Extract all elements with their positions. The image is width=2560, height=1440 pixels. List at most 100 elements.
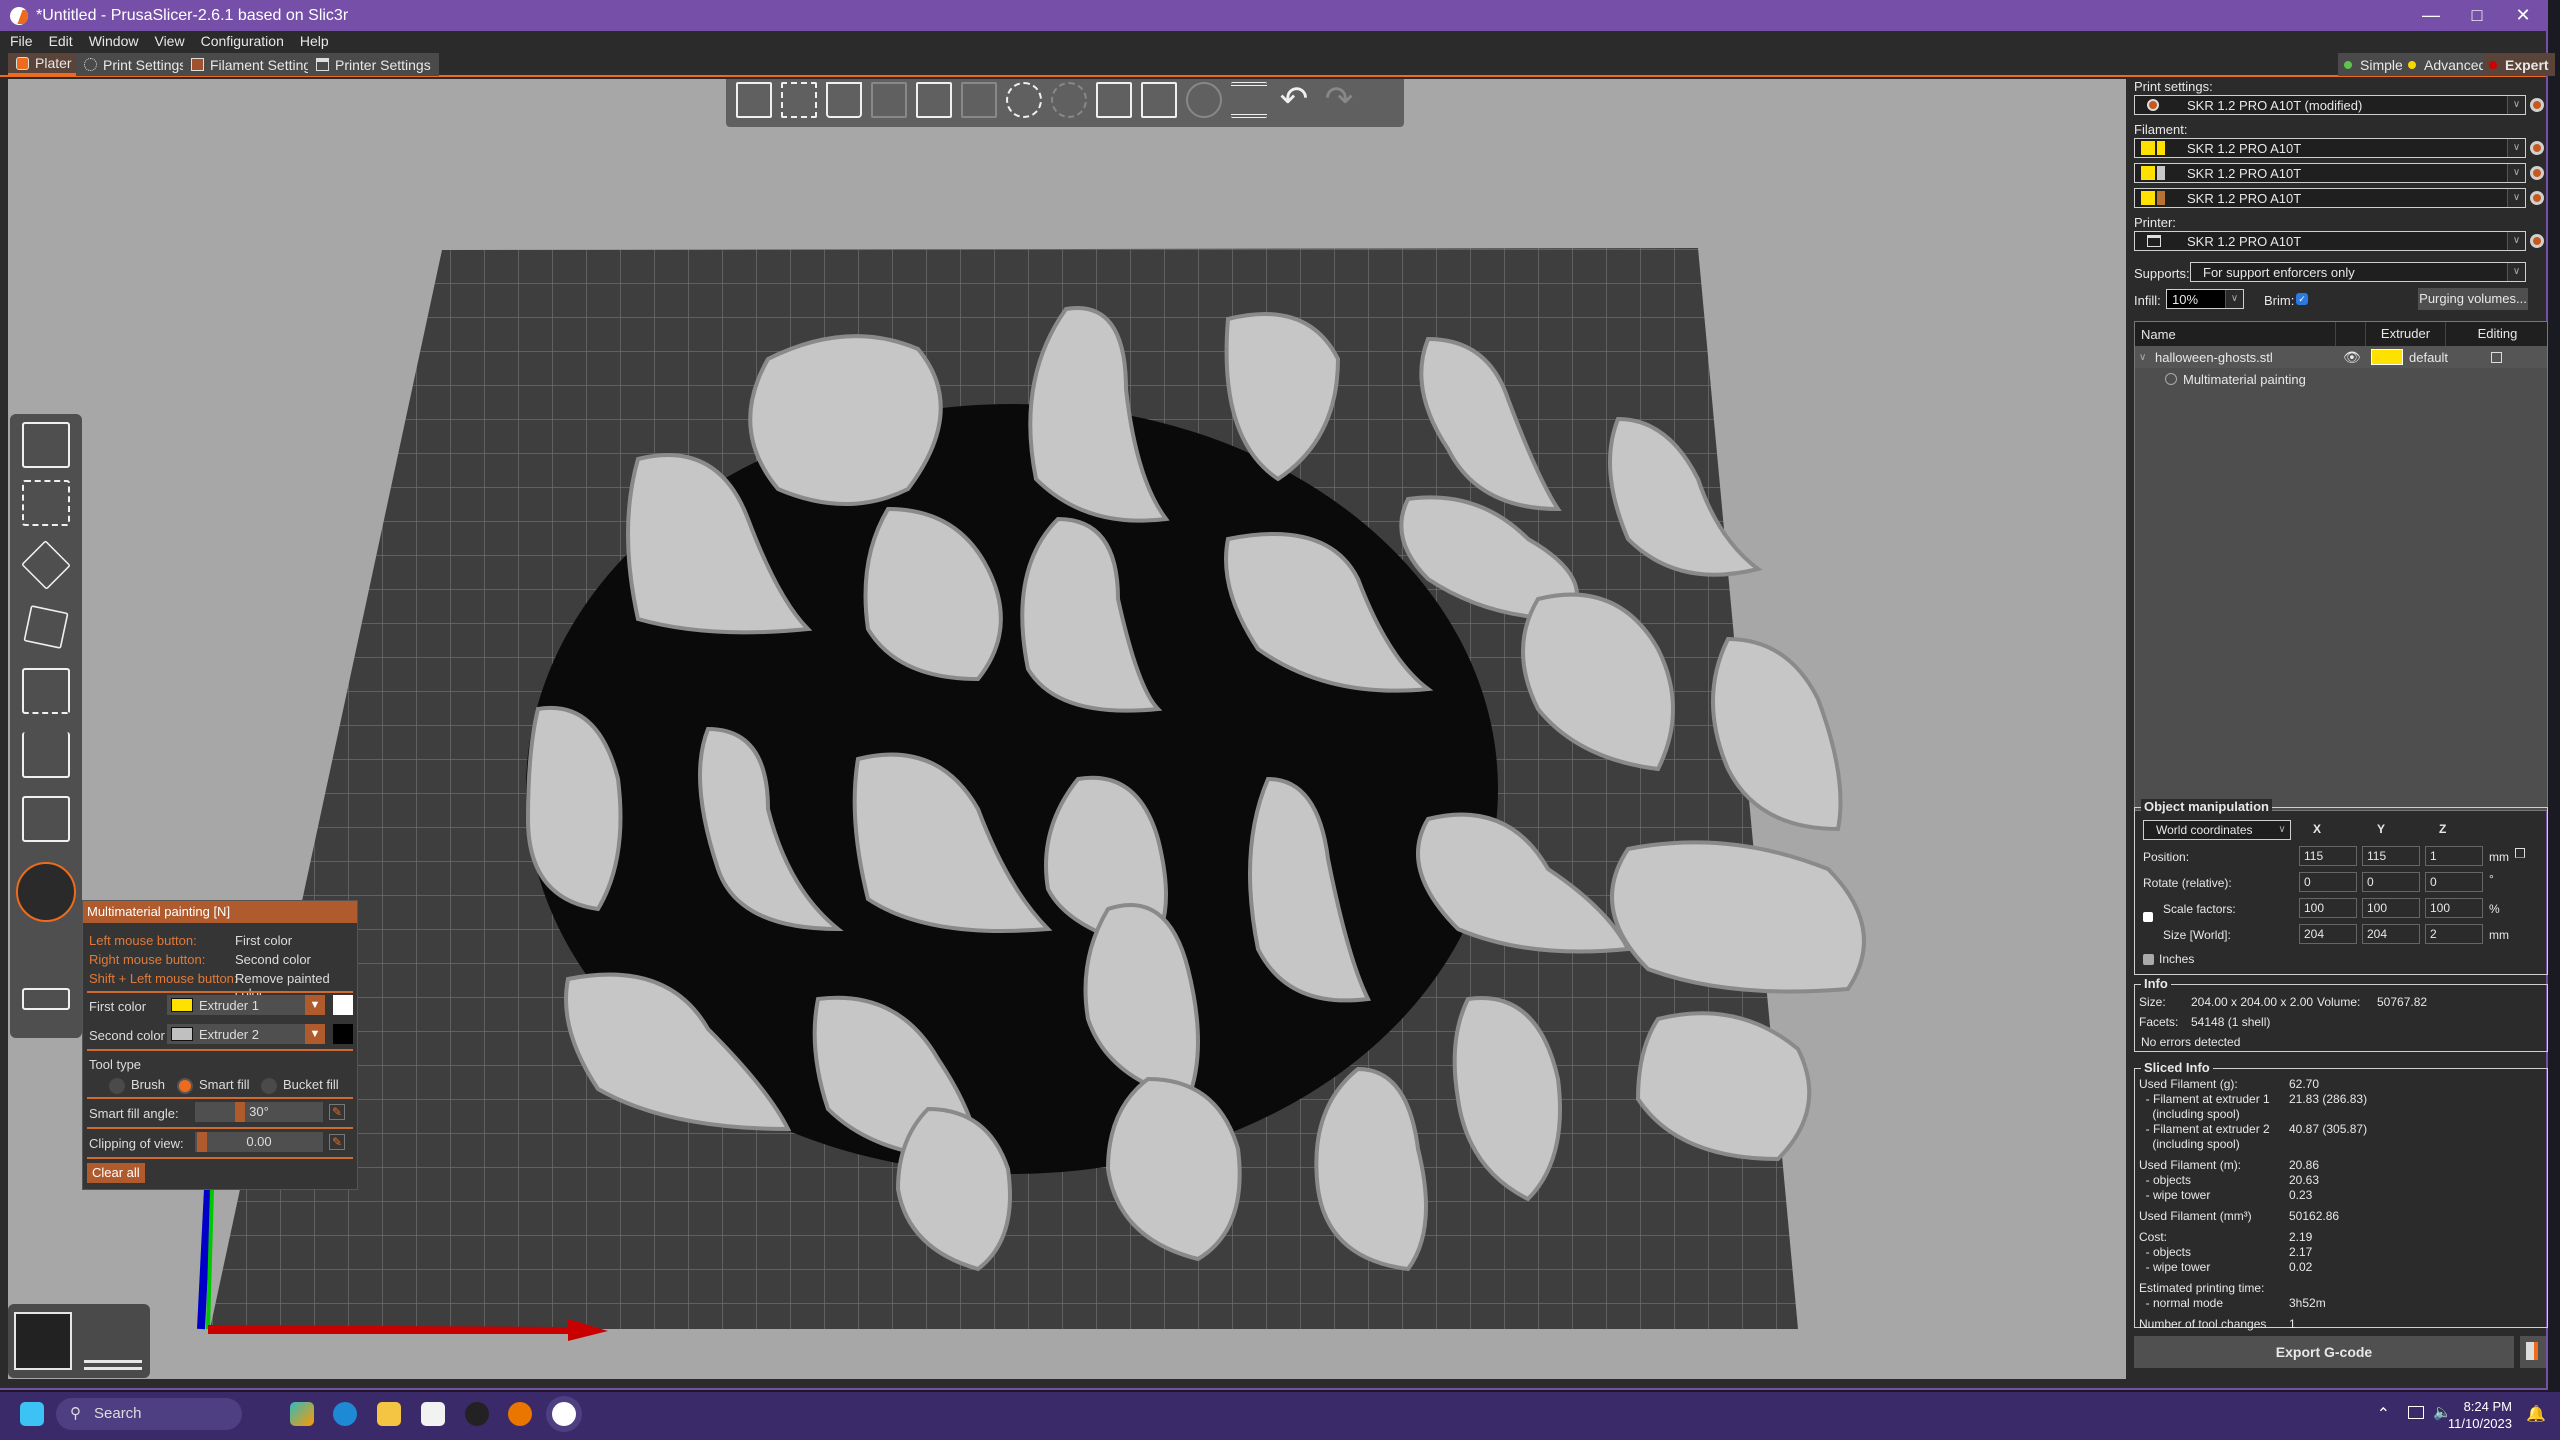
edit-preset-gear-icon[interactable] (2530, 191, 2544, 205)
redo-icon[interactable]: ↷ (1321, 82, 1357, 118)
remove-instance-icon[interactable] (1051, 81, 1087, 118)
add-instance-icon[interactable] (1006, 81, 1042, 118)
show-hidden-icons-chevron[interactable]: ⌃ (2377, 1404, 2390, 1424)
purging-volumes-button[interactable]: Purging volumes... (2418, 288, 2528, 310)
close-button[interactable]: ✕ (2500, 0, 2546, 31)
windows-start-icon[interactable] (20, 1402, 44, 1426)
size-z-input[interactable]: 2 (2425, 924, 2483, 944)
arrange-icon[interactable] (871, 81, 907, 118)
object-row[interactable]: ∨ halloween-ghosts.stl 👁 default (2135, 346, 2547, 368)
support-paint-icon[interactable] (22, 732, 70, 778)
delete-all-icon[interactable] (826, 81, 862, 118)
notification-bell-icon[interactable]: 🔔 (2526, 1404, 2546, 1424)
slider-handle[interactable] (235, 1102, 245, 1122)
position-z-input[interactable]: 1 (2425, 846, 2483, 866)
cut-icon[interactable] (22, 668, 70, 714)
tool-brush-radio[interactable]: Brush (109, 1077, 165, 1094)
slider-handle[interactable] (197, 1132, 207, 1152)
size-x-input[interactable]: 204 (2299, 924, 2357, 944)
brim-checkbox[interactable]: ✓ (2296, 293, 2308, 305)
first-color-select[interactable]: Extruder 1 ▼ (167, 995, 325, 1015)
tool-smart-fill-radio[interactable]: Smart fill (177, 1077, 250, 1094)
edit-pencil-icon[interactable]: ✎ (329, 1134, 345, 1150)
menu-window[interactable]: Window (79, 33, 145, 49)
scale-x-input[interactable]: 100 (2299, 898, 2357, 918)
column-editing[interactable]: Editing (2445, 322, 2549, 346)
network-icon[interactable] (2408, 1406, 2424, 1419)
menu-view[interactable]: View (144, 33, 190, 49)
smart-fill-angle-slider[interactable]: 30° (195, 1102, 323, 1122)
editing-icon[interactable] (2491, 351, 2502, 363)
clock[interactable]: 8:24 PM 11/10/2023 (2448, 1398, 2512, 1432)
multimaterial-paint-icon[interactable] (16, 862, 76, 922)
maximize-button[interactable]: □ (2454, 0, 2500, 31)
second-color-select[interactable]: Extruder 2 ▼ (167, 1024, 325, 1044)
taskbar-search[interactable]: ⚲ Search (56, 1398, 242, 1430)
lock-icon[interactable] (2143, 912, 2153, 922)
tab-plater[interactable]: Plater (8, 53, 80, 76)
blender-icon[interactable] (508, 1402, 532, 1426)
menu-edit[interactable]: Edit (39, 33, 79, 49)
scale-y-input[interactable]: 100 (2362, 898, 2420, 918)
menu-help[interactable]: Help (290, 33, 335, 49)
print-settings-select[interactable]: SKR 1.2 PRO A10T (modified) ∨ (2134, 95, 2526, 115)
minimize-button[interactable]: — (2408, 0, 2454, 31)
split-to-objects-icon[interactable] (1096, 81, 1132, 118)
position-y-input[interactable]: 115 (2362, 846, 2420, 866)
ms-store-icon[interactable] (421, 1402, 445, 1426)
eye-icon[interactable]: 👁 (2343, 349, 2361, 366)
send-to-sd-card-button[interactable] (2520, 1336, 2546, 1368)
second-color-preview[interactable] (333, 1024, 353, 1044)
tab-print-settings[interactable]: Print Settings (76, 53, 195, 76)
rotate-x-input[interactable]: 0 (2299, 872, 2357, 892)
filament-select-1[interactable]: SKR 1.2 PRO A10T ∨ (2134, 138, 2526, 158)
menu-configuration[interactable]: Configuration (191, 33, 290, 49)
tab-printer-settings[interactable]: Printer Settings (308, 53, 439, 76)
mode-simple[interactable]: Simple (2338, 53, 2409, 76)
place-on-face-icon[interactable] (23, 605, 69, 649)
scale-z-input[interactable]: 100 (2425, 898, 2483, 918)
filament-select-2[interactable]: SKR 1.2 PRO A10T ∨ (2134, 163, 2526, 183)
3d-view-icon[interactable] (14, 1312, 72, 1370)
seam-paint-icon[interactable] (22, 796, 70, 842)
extruder-value[interactable]: default (2409, 350, 2448, 365)
inches-checkbox[interactable] (2143, 954, 2154, 965)
column-name[interactable]: Name (2141, 327, 2176, 342)
menu-file[interactable]: File (0, 33, 39, 49)
size-y-input[interactable]: 204 (2362, 924, 2420, 944)
file-explorer-icon[interactable] (377, 1402, 401, 1426)
first-color-preview[interactable] (333, 995, 353, 1015)
edit-preset-gear-icon[interactable] (2530, 141, 2544, 155)
edit-pencil-icon[interactable]: ✎ (329, 1104, 345, 1120)
export-gcode-button[interactable]: Export G-code (2134, 1336, 2514, 1368)
printer-select[interactable]: SKR 1.2 PRO A10T ∨ (2134, 231, 2526, 251)
rotate-z-input[interactable]: 0 (2425, 872, 2483, 892)
measure-icon[interactable] (22, 988, 70, 1010)
collapse-icon[interactable]: ∨ (2139, 352, 2146, 363)
preview-layers-icon[interactable] (84, 1312, 142, 1370)
position-x-input[interactable]: 115 (2299, 846, 2357, 866)
edit-preset-gear-icon[interactable] (2530, 234, 2544, 248)
tab-filament-settings[interactable]: Filament Settings (183, 53, 327, 76)
infill-select[interactable]: 10% ∨ (2166, 289, 2244, 309)
edge-icon[interactable] (333, 1402, 357, 1426)
mode-expert[interactable]: Expert (2483, 53, 2555, 76)
search-icon[interactable] (1186, 81, 1222, 118)
object-row-child[interactable]: Multimaterial painting (2135, 368, 2547, 390)
copy-icon[interactable] (916, 81, 952, 118)
move-icon[interactable] (22, 422, 70, 468)
clear-all-button[interactable]: Clear all (87, 1163, 145, 1183)
scale-icon[interactable] (22, 480, 70, 526)
rotate-icon[interactable] (21, 540, 71, 590)
paste-icon[interactable] (961, 81, 997, 118)
delete-object-icon[interactable] (781, 81, 817, 118)
column-extruder[interactable]: Extruder (2365, 322, 2445, 346)
drop-to-bed-icon[interactable] (2515, 848, 2525, 858)
coordinate-system-select[interactable]: World coordinates ∨ (2143, 820, 2291, 840)
add-object-icon[interactable] (736, 81, 772, 118)
edit-preset-gear-icon[interactable] (2530, 166, 2544, 180)
filament-select-3[interactable]: SKR 1.2 PRO A10T ∨ (2134, 188, 2526, 208)
clipchamp-icon[interactable] (290, 1402, 314, 1426)
layers-editing-icon[interactable] (1231, 81, 1267, 118)
edit-preset-gear-icon[interactable] (2530, 98, 2544, 112)
